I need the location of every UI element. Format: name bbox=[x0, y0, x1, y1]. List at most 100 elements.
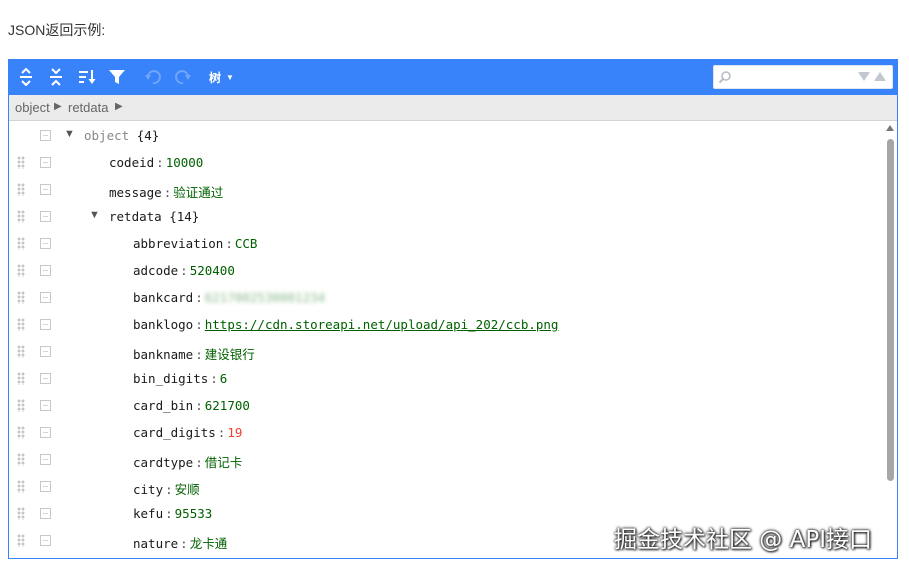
node-count: {14} bbox=[169, 209, 200, 224]
node-separator: : bbox=[180, 263, 188, 278]
node-separator: : bbox=[180, 536, 188, 551]
node-value[interactable]: 19 bbox=[227, 425, 242, 440]
node-key[interactable]: city bbox=[133, 482, 163, 497]
sort-icon[interactable] bbox=[77, 65, 97, 89]
node-separator: : bbox=[163, 185, 172, 200]
node-value[interactable]: 龙卡通 bbox=[190, 536, 228, 551]
drag-handle-icon[interactable] bbox=[17, 264, 25, 277]
collapse-arrow-icon[interactable]: ▼ bbox=[89, 209, 100, 221]
drag-handle-icon[interactable] bbox=[17, 210, 25, 223]
node-value[interactable]: 10000 bbox=[166, 155, 204, 170]
context-menu-icon[interactable] bbox=[40, 346, 51, 357]
drag-handle-icon[interactable] bbox=[17, 372, 25, 385]
drag-handle-icon[interactable] bbox=[17, 183, 25, 196]
context-menu-icon[interactable] bbox=[40, 238, 51, 249]
node-value[interactable]: 验证通过 bbox=[173, 185, 223, 200]
mode-switch-button[interactable]: 树 ▼ bbox=[209, 65, 234, 89]
context-menu-icon[interactable] bbox=[40, 373, 51, 384]
node-key[interactable]: banklogo bbox=[133, 317, 193, 332]
breadcrumb-arrow-icon[interactable]: ▶ bbox=[115, 101, 123, 112]
drag-handle-icon[interactable] bbox=[17, 507, 25, 520]
context-menu-icon[interactable] bbox=[40, 130, 51, 141]
node-key[interactable]: abbreviation bbox=[133, 236, 223, 251]
context-menu-icon[interactable] bbox=[40, 535, 51, 546]
drag-handle-icon[interactable] bbox=[17, 480, 25, 493]
node-key[interactable]: bankcard bbox=[133, 290, 193, 305]
undo-icon[interactable] bbox=[143, 65, 163, 89]
chevron-down-icon: ▼ bbox=[226, 72, 234, 82]
search-previous-icon[interactable] bbox=[874, 72, 886, 81]
node-value[interactable]: 520400 bbox=[190, 263, 235, 278]
node-key[interactable]: nature bbox=[133, 536, 178, 551]
node-separator: : bbox=[195, 317, 203, 332]
node-root: object {4} bbox=[84, 128, 159, 143]
node-value[interactable]: 6217002530001234 bbox=[205, 290, 325, 305]
node-key[interactable]: bin_digits bbox=[133, 371, 208, 386]
node-key[interactable]: kefu bbox=[133, 506, 163, 521]
search-input[interactable] bbox=[736, 69, 856, 85]
context-menu-icon[interactable] bbox=[40, 184, 51, 195]
node-key[interactable]: retdata bbox=[109, 209, 162, 224]
context-menu-icon[interactable] bbox=[40, 427, 51, 438]
drag-handle-icon[interactable] bbox=[17, 345, 25, 358]
node-key[interactable]: card_bin bbox=[133, 398, 193, 413]
node-codeid: codeid:10000 bbox=[109, 155, 203, 170]
breadcrumb-item-retdata[interactable]: retdata bbox=[68, 100, 108, 115]
node-value[interactable]: https://cdn.storeapi.net/upload/api_202/… bbox=[205, 317, 559, 332]
node-value[interactable]: 621700 bbox=[205, 398, 250, 413]
node-adcode: adcode:520400 bbox=[133, 263, 235, 278]
tree-row: card_bin:621700 bbox=[9, 392, 884, 419]
vertical-scrollbar[interactable] bbox=[884, 122, 897, 558]
node-key: object bbox=[84, 128, 130, 143]
scroll-up-icon[interactable] bbox=[886, 125, 894, 131]
node-separator: : bbox=[156, 155, 164, 170]
context-menu-icon[interactable] bbox=[40, 454, 51, 465]
node-value[interactable]: 建设银行 bbox=[205, 347, 255, 362]
breadcrumb-item-object[interactable]: object bbox=[15, 100, 50, 115]
drag-handle-icon[interactable] bbox=[17, 237, 25, 250]
node-key[interactable]: card_digits bbox=[133, 425, 216, 440]
drag-handle-icon[interactable] bbox=[17, 291, 25, 304]
node-key[interactable]: message bbox=[109, 185, 162, 200]
context-menu-icon[interactable] bbox=[40, 508, 51, 519]
context-menu-icon[interactable] bbox=[40, 265, 51, 276]
redo-icon[interactable] bbox=[173, 65, 193, 89]
node-key[interactable]: bankname bbox=[133, 347, 193, 362]
node-value[interactable]: 6 bbox=[220, 371, 228, 386]
context-menu-icon[interactable] bbox=[40, 319, 51, 330]
drag-handle-icon[interactable] bbox=[17, 156, 25, 169]
node-value[interactable]: 95533 bbox=[175, 506, 213, 521]
context-menu-icon[interactable] bbox=[40, 211, 51, 222]
context-menu-icon[interactable] bbox=[40, 481, 51, 492]
mode-label: 树 bbox=[209, 70, 222, 85]
node-separator: : bbox=[210, 371, 218, 386]
node-value[interactable]: CCB bbox=[235, 236, 258, 251]
context-menu-icon[interactable] bbox=[40, 400, 51, 411]
drag-handle-icon[interactable] bbox=[17, 453, 25, 466]
collapse-arrow-icon[interactable]: ▼ bbox=[64, 128, 75, 140]
breadcrumb-arrow-icon[interactable]: ▶ bbox=[54, 101, 62, 112]
editor-toolbar: 树 ▼ bbox=[9, 60, 897, 95]
node-key[interactable]: codeid bbox=[109, 155, 154, 170]
tree-row: bankname: 建设银行 bbox=[9, 338, 884, 365]
node-nature: nature: 龙卡通 bbox=[133, 533, 227, 552]
collapse-all-icon[interactable] bbox=[47, 65, 65, 89]
search-next-icon[interactable] bbox=[858, 72, 870, 81]
drag-handle-icon[interactable] bbox=[17, 426, 25, 439]
drag-handle-icon[interactable] bbox=[17, 534, 25, 547]
node-value[interactable]: 安顺 bbox=[175, 482, 200, 497]
node-key[interactable]: adcode bbox=[133, 263, 178, 278]
drag-handle-icon[interactable] bbox=[17, 318, 25, 331]
breadcrumb: object ▶ retdata ▶ bbox=[9, 95, 897, 121]
tree-row: bin_digits:6 bbox=[9, 365, 884, 392]
filter-icon[interactable] bbox=[107, 65, 127, 89]
node-key[interactable]: cardtype bbox=[133, 455, 193, 470]
node-separator: : bbox=[195, 398, 203, 413]
context-menu-icon[interactable] bbox=[40, 292, 51, 303]
node-city: city: 安顺 bbox=[133, 479, 200, 498]
scrollbar-thumb[interactable] bbox=[887, 139, 894, 481]
drag-handle-icon[interactable] bbox=[17, 399, 25, 412]
context-menu-icon[interactable] bbox=[40, 157, 51, 168]
expand-all-icon[interactable] bbox=[17, 65, 35, 89]
node-value[interactable]: 借记卡 bbox=[205, 455, 243, 470]
